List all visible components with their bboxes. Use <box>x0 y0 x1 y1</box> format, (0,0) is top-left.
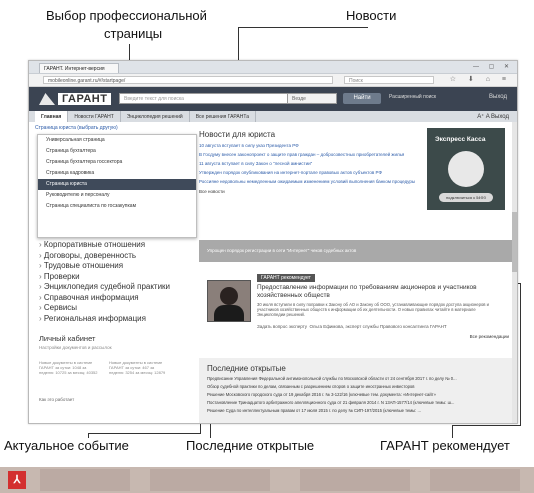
expert-photo <box>207 280 251 322</box>
express-connect-button[interactable]: подключиться к 54ФЗ <box>439 193 493 202</box>
news-item[interactable]: Россияне недовольны немедленным ожидаемы… <box>199 179 421 184</box>
page-content: Страница юриста (выбрать другую) Универс… <box>29 122 517 423</box>
section-link[interactable]: Справочная информация <box>39 293 170 304</box>
all-recommendations-link[interactable]: Все рекомендации <box>470 334 509 339</box>
cabinet-stat: Новые документы в системе ГАРАНТ за сутк… <box>39 360 98 375</box>
app-screenshot: ГАРАНТ. Интернет-версия — ▢ ✕ mobileonli… <box>28 60 518 424</box>
advanced-search-link[interactable]: Расширенный поиск <box>389 94 436 100</box>
main-column: Новости для юриста 10 августа вступает в… <box>199 122 515 423</box>
pro-page-item[interactable]: Универсальная страница <box>38 135 196 146</box>
recommend-text: 30 июля вступили в силу поправки к Закон… <box>257 302 490 317</box>
cabinet-stat: Новые документы в системе ГАРАНТ за сутк… <box>109 360 166 375</box>
leader-line-recommend-vertical <box>520 283 521 426</box>
section-link[interactable]: Договоры, доверенность <box>39 251 170 262</box>
current-event-text: Упрощен порядок регистрации в сети "Инте… <box>207 248 357 253</box>
section-link[interactable]: Трудовые отношения <box>39 261 170 272</box>
scrollbar-thumb[interactable] <box>512 212 517 272</box>
taskbar: ⅄ <box>0 467 534 493</box>
recommend-tag: ГАРАНТ рекомендует <box>257 274 315 282</box>
pro-page-item[interactable]: Страница специалиста по госзакупкам <box>38 201 196 212</box>
section-link[interactable]: Сервисы <box>39 303 170 314</box>
annotation-recent-opened: Последние открытые <box>186 438 315 453</box>
news-item[interactable]: Утвержден порядок опубликования на интер… <box>199 170 421 175</box>
express-kassa-banner[interactable]: Экспресс Касса подключиться к 54ФЗ <box>427 128 505 210</box>
user-menu[interactable]: Выход <box>489 94 507 100</box>
recent-documents-block: Последние открытые Предписание Управлени… <box>199 358 515 423</box>
annotation-current-event: Актуальное событие <box>4 438 129 453</box>
annotation-pro-page-line2: страницы <box>104 26 163 41</box>
recommend-title[interactable]: Предоставление информации по требованиям… <box>257 284 505 299</box>
pdf-reader-icon[interactable]: ⅄ <box>8 471 26 489</box>
window-controls[interactable]: — ▢ ✕ <box>473 63 513 70</box>
personal-cabinet: Личный кабинет Настройки документов и ра… <box>39 334 189 402</box>
all-news-link[interactable]: Все новости <box>199 189 421 194</box>
section-link[interactable]: Корпоративные отношения <box>39 240 170 251</box>
news-item[interactable]: 10 августа вступает в силу указ Президен… <box>199 143 421 148</box>
annotation-pro-page-line1: Выбор профессиональной <box>46 8 207 23</box>
recent-title: Последние открытые <box>207 364 286 373</box>
expert-name: Ольга Ефимова, эксперт службы Правового … <box>309 324 447 329</box>
news-item[interactable]: 11 августа вступает в силу Закон о "лесн… <box>199 161 421 166</box>
cabinet-subtitle[interactable]: Настройки документов и рассылок <box>39 345 189 350</box>
recent-item[interactable]: Решение Московского городского суда от 1… <box>207 392 507 397</box>
main-search-input[interactable]: Введите текст для поиска <box>119 93 299 104</box>
cabinet-stats: Новые документы в системе ГАРАНТ за сутк… <box>39 360 189 375</box>
recommend-author: Задать вопрос эксперту Ольга Ефимова, эк… <box>257 324 447 329</box>
leader-line-recommend-foot <box>452 425 453 438</box>
pro-page-item[interactable]: Страница кадровика <box>38 168 196 179</box>
annotation-news: Новости <box>346 8 397 23</box>
logo-text: ГАРАНТ <box>58 93 112 105</box>
browser-urlbar: mobileonline.garant.ru/#/startpage/ Поис… <box>29 74 517 87</box>
page-scrollbar[interactable] <box>512 122 517 423</box>
cabinet-title[interactable]: Личный кабинет <box>39 334 189 343</box>
garant-recommends-block: ГАРАНТ рекомендует Предоставление информ… <box>199 274 515 346</box>
browser-toolbar-icons[interactable]: ☆ ⬇ ⌂ ≡ <box>450 75 511 83</box>
cabinet-help-link[interactable]: Как это работает <box>39 397 189 402</box>
browser-search-input[interactable]: Поиск <box>344 76 434 84</box>
search-scope-select[interactable]: Везде <box>287 93 337 104</box>
recent-item[interactable]: Обзор судебной практики по делам, связан… <box>207 384 507 389</box>
pro-page-item[interactable]: Руководителю и персоналу <box>38 190 196 201</box>
pro-page-item-selected[interactable]: Страница юриста <box>38 179 196 190</box>
cash-register-icon <box>448 151 484 187</box>
app-header: ГАРАНТ Введите текст для поиска Везде На… <box>29 87 517 111</box>
recent-item[interactable]: Решение Суда по интеллектуальным правам … <box>207 408 507 413</box>
leader-line-news-horizontal <box>238 27 368 28</box>
section-link[interactable]: Энциклопедия судебной практики <box>39 282 170 293</box>
leader-line-event-horizontal <box>88 433 200 434</box>
section-list: Корпоративные отношения Договоры, довере… <box>39 240 170 324</box>
find-button[interactable]: Найти <box>343 93 381 104</box>
pro-page-item[interactable]: Страница бухгалтера <box>38 146 196 157</box>
current-event-bar[interactable]: Упрощен порядок регистрации в сети "Инте… <box>199 240 515 262</box>
recent-item[interactable]: Предписание Управления Федеральной антим… <box>207 376 507 381</box>
section-link[interactable]: Региональная информация <box>39 314 170 325</box>
pro-page-item[interactable]: Страница бухгалтера госсектора <box>38 157 196 168</box>
pro-page-dropdown: Универсальная страница Страница бухгалте… <box>37 134 197 238</box>
news-title[interactable]: Новости для юриста <box>199 130 421 139</box>
express-title: Экспресс Касса <box>435 136 486 143</box>
garant-logo[interactable]: ГАРАНТ <box>39 91 112 107</box>
news-item[interactable]: В Госдуму внесен законопроект о защите п… <box>199 152 421 157</box>
recent-item[interactable]: Постановление Тринадцатого арбитражного … <box>207 400 507 405</box>
annotation-garant-recommends: ГАРАНТ рекомендует <box>380 438 510 453</box>
news-block: Новости для юриста 10 августа вступает в… <box>199 130 421 194</box>
browser-tab[interactable]: ГАРАНТ. Интернет-версия <box>39 63 119 73</box>
logo-icon <box>39 93 55 105</box>
breadcrumb[interactable]: Страница юриста (выбрать другую) <box>35 125 195 131</box>
leader-line-recommend-horizontal <box>452 425 520 426</box>
section-link[interactable]: Проверки <box>39 272 170 283</box>
ask-expert-link[interactable]: Задать вопрос эксперту <box>257 324 307 329</box>
address-input[interactable]: mobileonline.garant.ru/#/startpage/ <box>43 76 333 84</box>
left-column: Страница юриста (выбрать другую) Универс… <box>35 122 197 423</box>
browser-titlebar: ГАРАНТ. Интернет-версия — ▢ ✕ <box>29 61 517 74</box>
